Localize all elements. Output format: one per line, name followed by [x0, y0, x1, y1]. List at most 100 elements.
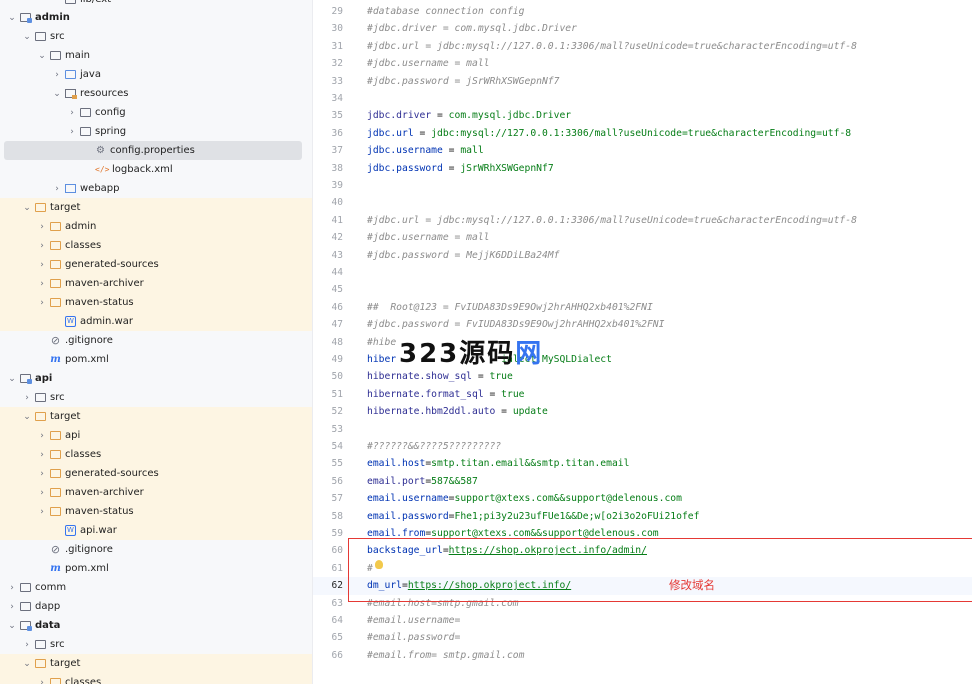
code-line[interactable]: jdbc.password = jSrWRhXSWGepnNf7: [367, 160, 554, 177]
chevron-right-icon[interactable]: ›: [36, 222, 48, 232]
code-line[interactable]: #email.from= smtp.gmail.com: [367, 647, 524, 664]
code-line[interactable]: email.host=smtp.titan.email&&smtp.titan.…: [367, 455, 629, 472]
tree-item[interactable]: ⌄ admin: [0, 8, 312, 27]
code-line[interactable]: #hibe: [367, 334, 396, 351]
tree-item[interactable]: ⌄ api: [0, 369, 312, 388]
tree-item[interactable]: m pom.xml: [0, 350, 312, 369]
tree-item[interactable]: m pom.xml: [0, 559, 312, 578]
tree-item[interactable]: › src: [0, 635, 312, 654]
chevron-right-icon[interactable]: ›: [36, 279, 48, 289]
code-line[interactable]: jdbc.username = mall: [367, 142, 484, 159]
code-line[interactable]: #email.password=: [367, 629, 460, 646]
code-line[interactable]: #jdbc.driver = com.mysql.jdbc.Driver: [367, 20, 577, 37]
code-line[interactable]: #jdbc.url = jdbc:mysql://127.0.0.1:3306/…: [367, 38, 857, 55]
tree-item[interactable]: ⌄ target: [0, 407, 312, 426]
tree-item-label: admin: [35, 12, 70, 23]
chevron-right-icon[interactable]: ›: [21, 393, 33, 403]
code-token: com.mysql.jdbc.Driver: [448, 110, 572, 122]
tree-item[interactable]: › webapp: [0, 179, 312, 198]
code-token: support@xtexs.com&&support@delenous.com: [454, 493, 682, 505]
tree-item[interactable]: › generated-sources: [0, 464, 312, 483]
chevron-right-icon[interactable]: ›: [36, 469, 48, 479]
tree-item[interactable]: ⌄ data: [0, 616, 312, 635]
tree-item[interactable]: ⌄ resources: [0, 84, 312, 103]
code-line[interactable]: #jdbc.password = jSrWRhXSWGepnNf7: [367, 73, 559, 90]
code-line[interactable]: #database connection config: [367, 3, 524, 20]
chevron-down-icon[interactable]: ⌄: [51, 89, 63, 99]
code-line[interactable]: #email.username=: [367, 612, 460, 629]
chevron-right-icon[interactable]: ›: [36, 431, 48, 441]
tree-item[interactable]: › maven-archiver: [0, 274, 312, 293]
code-line[interactable]: #jdbc.username = mall: [367, 55, 489, 72]
tree-item[interactable]: ⌄ target: [0, 654, 312, 673]
chevron-right-icon[interactable]: ›: [66, 127, 78, 137]
tree-item-label: pom.xml: [65, 563, 109, 574]
maven-pom-icon: m: [50, 354, 61, 365]
code-line[interactable]: hibernate.hbm2ddl.auto = update: [367, 403, 548, 420]
code-line[interactable]: email.username=support@xtexs.com&&suppor…: [367, 490, 682, 507]
chevron-down-icon[interactable]: ⌄: [21, 659, 33, 669]
tree-item[interactable]: › src: [0, 388, 312, 407]
tree-item[interactable]: ⚙ config.properties: [4, 141, 302, 160]
tree-item[interactable]: ⌄ src: [0, 27, 312, 46]
chevron-down-icon[interactable]: ⌄: [21, 32, 33, 42]
tree-item[interactable]: ⊘ .gitignore: [0, 540, 312, 559]
code-line[interactable]: hibernate.format_sql = true: [367, 386, 525, 403]
code-line[interactable]: hibernate.show_sql = true: [367, 368, 513, 385]
tree-item[interactable]: ⌄ target: [0, 198, 312, 217]
tree-item[interactable]: › maven-status: [0, 502, 312, 521]
tree-item[interactable]: Wapi.war: [0, 521, 312, 540]
tree-item[interactable]: ⌄ main: [0, 46, 312, 65]
code-line[interactable]: #jdbc.password = MejjK6DDiLBa24Mf: [367, 247, 559, 264]
tree-item[interactable]: › dapp: [0, 597, 312, 616]
tree-item[interactable]: › admin: [0, 217, 312, 236]
line-number: 36: [331, 127, 343, 139]
tree-item[interactable]: › config: [0, 103, 312, 122]
code-line[interactable]: email.password=Fhe1;pi3y2u23ufFUe1&&De;w…: [367, 508, 699, 525]
chevron-right-icon[interactable]: ›: [36, 241, 48, 251]
tree-item[interactable]: › classes: [0, 236, 312, 255]
chevron-down-icon[interactable]: ⌄: [6, 13, 18, 23]
chevron-down-icon[interactable]: ⌄: [6, 621, 18, 631]
tree-item[interactable]: Wadmin.war: [0, 312, 312, 331]
code-token: jdbc.url: [367, 127, 414, 139]
tree-item[interactable]: › maven-archiver: [0, 483, 312, 502]
code-line[interactable]: jdbc.url = jdbc:mysql://127.0.0.1:3306/m…: [367, 125, 851, 142]
tree-item[interactable]: </> logback.xml: [0, 160, 312, 179]
chevron-right-icon[interactable]: ›: [36, 678, 48, 684]
chevron-right-icon[interactable]: ›: [36, 260, 48, 270]
chevron-down-icon[interactable]: ⌄: [21, 203, 33, 213]
chevron-right-icon[interactable]: ›: [21, 640, 33, 650]
tree-item[interactable]: › spring: [0, 122, 312, 141]
tree-item[interactable]: › comm: [0, 578, 312, 597]
chevron-down-icon[interactable]: ⌄: [36, 51, 48, 61]
chevron-right-icon[interactable]: ›: [51, 70, 63, 80]
line-number: 42: [331, 232, 343, 244]
chevron-right-icon[interactable]: ›: [36, 507, 48, 517]
chevron-right-icon[interactable]: ›: [36, 298, 48, 308]
chevron-right-icon[interactable]: ›: [6, 602, 18, 612]
code-line[interactable]: email.port=587&&587: [367, 473, 478, 490]
tree-item[interactable]: › generated-sources: [0, 255, 312, 274]
tree-item[interactable]: › java: [0, 65, 312, 84]
tree-item[interactable]: › classes: [0, 445, 312, 464]
chevron-right-icon[interactable]: ›: [51, 184, 63, 194]
line-number: 49: [331, 354, 343, 365]
chevron-right-icon[interactable]: ›: [6, 583, 18, 593]
tree-item[interactable]: › maven-status: [0, 293, 312, 312]
chevron-right-icon[interactable]: ›: [36, 488, 48, 498]
code-line[interactable]: #jdbc.url = jdbc:mysql://127.0.0.1:3306/…: [367, 212, 857, 229]
code-line[interactable]: #jdbc.password = FvIUDA83Ds9E9Owj2hrAHHQ…: [367, 316, 664, 333]
code-line[interactable]: ## Root@123 = FvIUDA83Ds9E9Owj2hrAHHQ2xb…: [367, 299, 653, 316]
code-line[interactable]: #jdbc.username = mall: [367, 229, 489, 246]
tree-item[interactable]: › classes: [0, 673, 312, 684]
tree-item[interactable]: ⊘ .gitignore: [0, 331, 312, 350]
chevron-right-icon[interactable]: ›: [36, 450, 48, 460]
code-editor[interactable]: 29 30 31 32 33 34 35 36 37 38 39 40 41 42 43 44 45 46 47 48…: [313, 0, 972, 684]
code-line[interactable]: #??????&&????5?????????: [367, 438, 501, 455]
chevron-down-icon[interactable]: ⌄: [21, 412, 33, 422]
chevron-right-icon[interactable]: ›: [66, 108, 78, 118]
tree-item[interactable]: › api: [0, 426, 312, 445]
chevron-down-icon[interactable]: ⌄: [6, 374, 18, 384]
code-line[interactable]: jdbc.driver = com.mysql.jdbc.Driver: [367, 107, 571, 124]
